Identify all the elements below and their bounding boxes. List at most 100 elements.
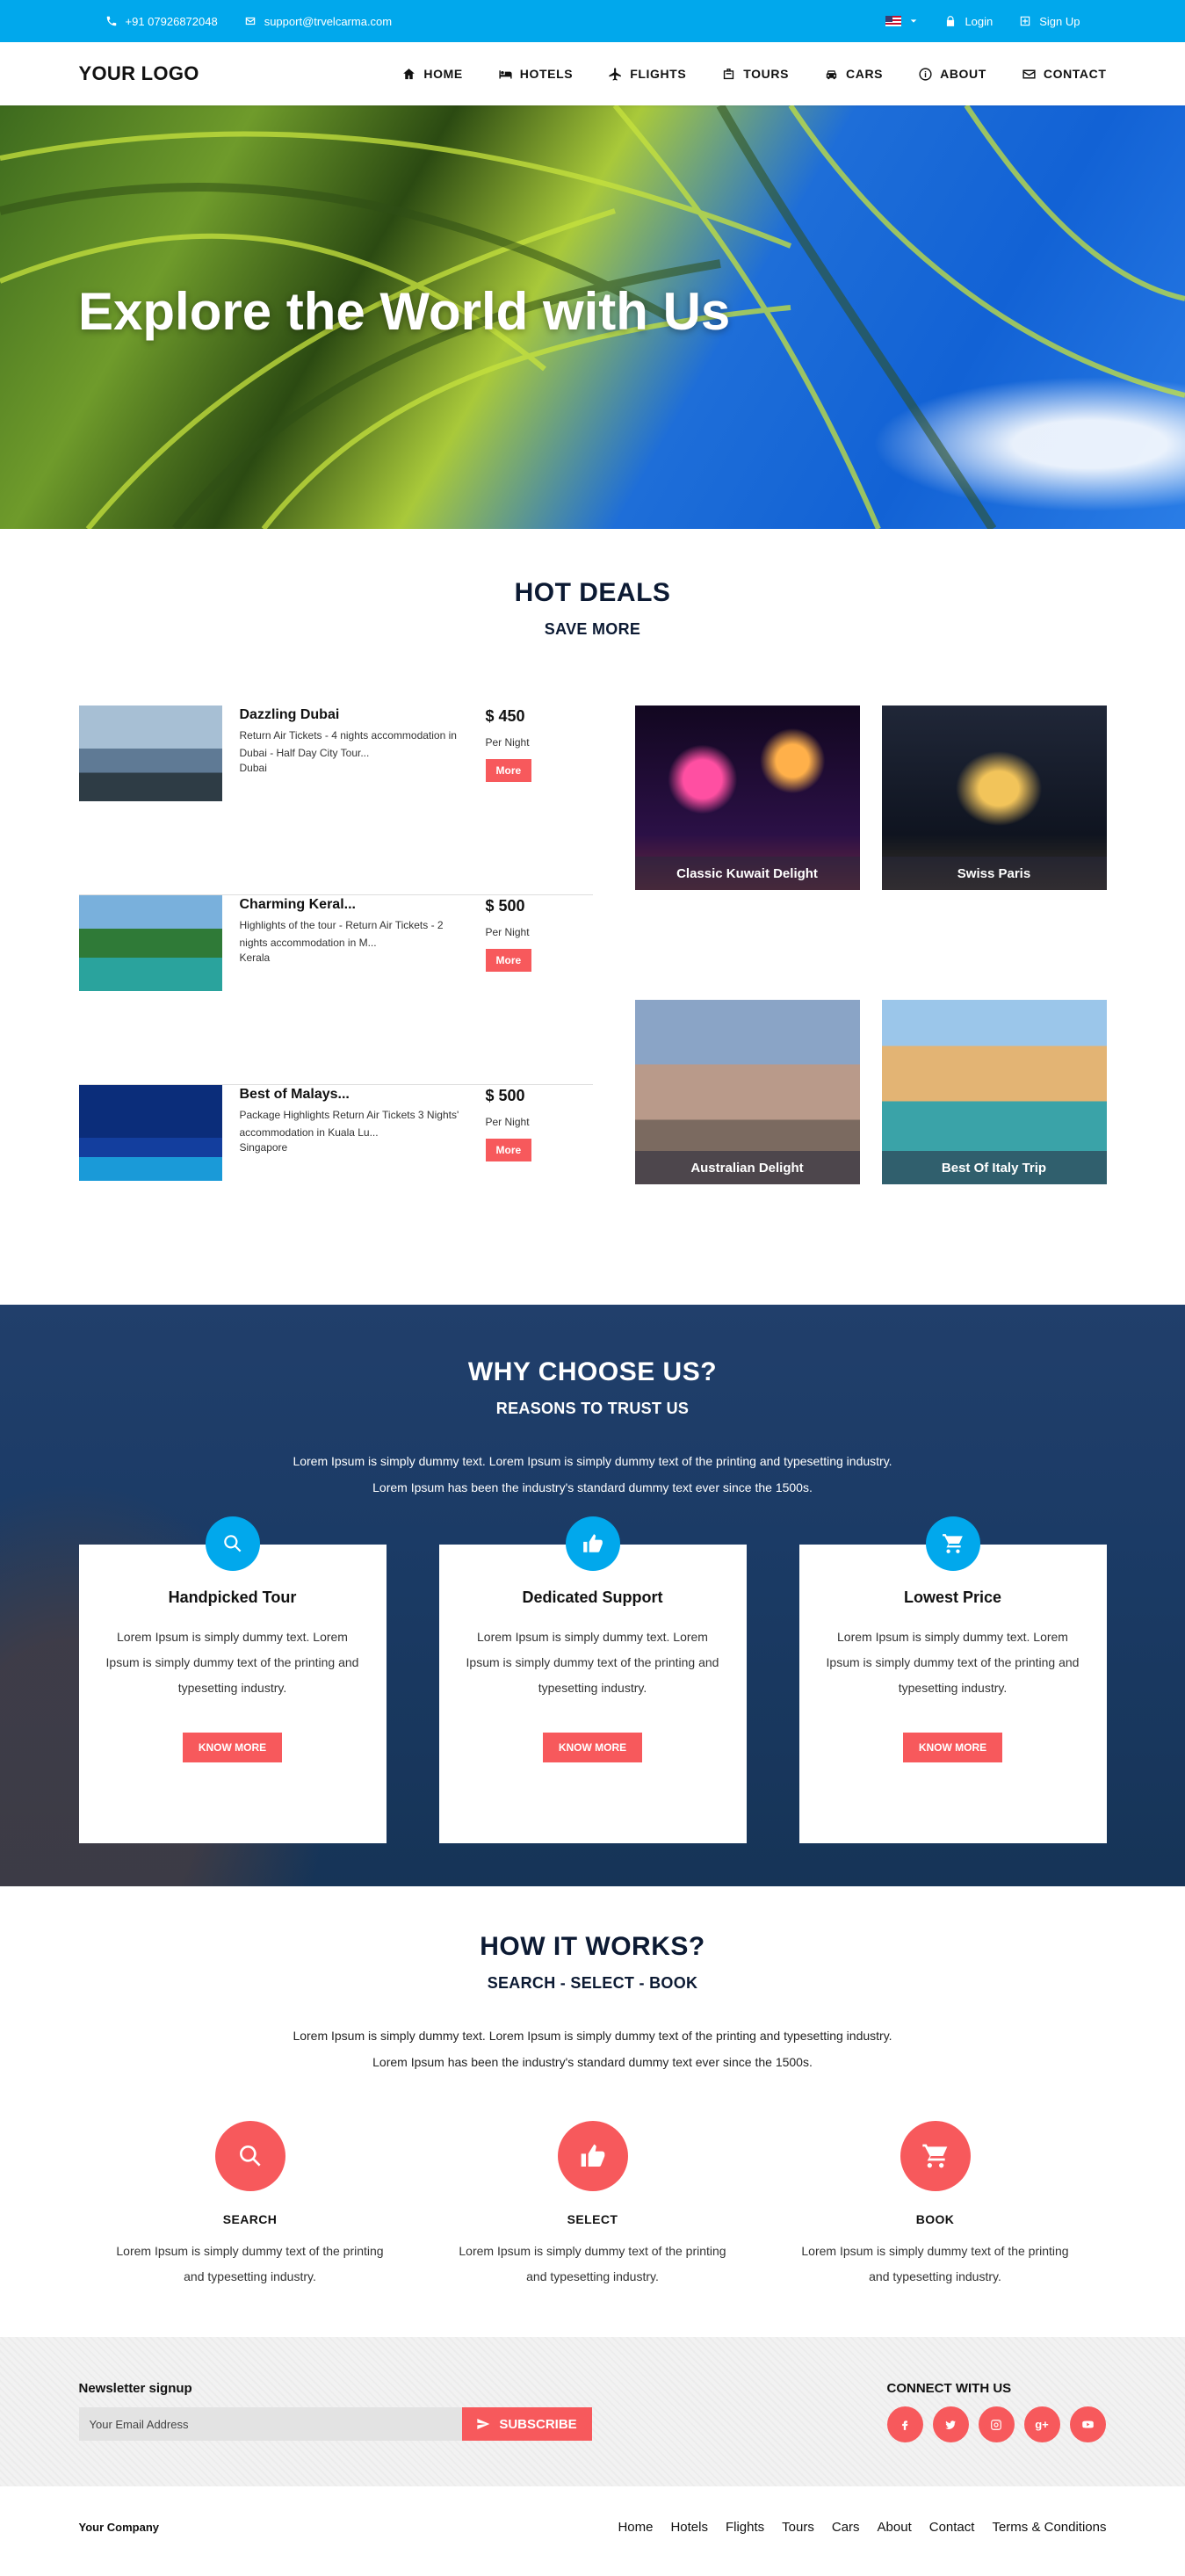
newsletter-title: Newsletter signup (78, 2381, 192, 2396)
why-choose-us-section: WHY CHOOSE US? REASONS TO TRUST US Lorem… (0, 1305, 1185, 1886)
deal-more-button[interactable]: More (485, 759, 532, 782)
footer-link-cars[interactable]: Cars (832, 2520, 860, 2535)
send-icon (477, 2419, 490, 2429)
subscribe-button[interactable]: SUBSCRIBE (461, 2407, 592, 2441)
bed-icon (499, 69, 512, 78)
footer-link-about[interactable]: About (878, 2520, 912, 2535)
thumbs-up-icon (557, 2121, 628, 2191)
feature-card-support: Dedicated Support Lorem Ipsum is simply … (438, 1516, 747, 1843)
step-title: SELECT (567, 2212, 618, 2226)
why-title: WHY CHOOSE US? (467, 1357, 718, 1386)
thumbs-up-icon (565, 1516, 620, 1571)
how-it-works-section: HOW IT WORKS? SEARCH - SELECT - BOOK Lor… (0, 1886, 1185, 2337)
deal-price: $ 450 (485, 707, 525, 725)
know-more-button[interactable]: KNOW MORE (542, 1733, 643, 1762)
footer-link-home[interactable]: Home (618, 2520, 653, 2535)
why-subtitle: REASONS TO TRUST US (495, 1400, 690, 1417)
tile-caption: Best Of Italy Trip (881, 1151, 1107, 1184)
deal-list: Dazzling Dubai Return Air Tickets - 4 ni… (78, 706, 593, 1275)
newsletter-section: Newsletter signup SUBSCRIBE CONNECT WITH… (0, 2337, 1185, 2486)
deal-item[interactable]: Dazzling Dubai Return Air Tickets - 4 ni… (78, 706, 593, 895)
card-text: Lorem Ipsum is simply dummy text. Lorem … (826, 1630, 1080, 1695)
card-title: Dedicated Support (522, 1588, 663, 1606)
destination-tile-australia[interactable]: Australian Delight (634, 1000, 860, 1184)
suitcase-icon (724, 68, 734, 79)
card-title: Lowest Price (903, 1588, 1002, 1606)
footer-link-flights[interactable]: Flights (726, 2520, 764, 2535)
footer-link-hotels[interactable]: Hotels (670, 2520, 708, 2535)
newsletter-signup: Newsletter signup SUBSCRIBE (78, 2381, 592, 2442)
destination-tile-kuwait[interactable]: Classic Kuwait Delight (634, 706, 860, 890)
why-intro-line: Lorem Ipsum is simply dummy text. Lorem … (293, 1454, 892, 1468)
deal-more-button[interactable]: More (485, 1139, 532, 1161)
nav-home[interactable]: HOME (401, 67, 462, 82)
deal-title[interactable]: Best of Malays... (240, 1087, 473, 1103)
destination-tile-italy[interactable]: Best Of Italy Trip (881, 1000, 1107, 1184)
footer-link-terms[interactable]: Terms & Conditions (992, 2520, 1106, 2535)
connect-title: CONNECT WITH US (886, 2381, 1012, 2396)
phone-contact[interactable]: +91 07926872048 (105, 15, 218, 28)
deal-title[interactable]: Dazzling Dubai (240, 707, 473, 723)
why-intro: Lorem Ipsum is simply dummy text. Lorem … (79, 1448, 1107, 1501)
search-icon (205, 1516, 260, 1571)
footer-link-tours[interactable]: Tours (782, 2520, 814, 2535)
nav-tours[interactable]: TOURS (721, 67, 789, 82)
email-address: support@trvelcarma.com (264, 14, 393, 28)
nav-about[interactable]: ABOUT (918, 67, 986, 82)
deal-description: Return Air Tickets - 4 nights accommodat… (239, 729, 457, 759)
main-navbar: YOUR LOGO HOME HOTELS FLIGHTS TOURS CARS… (0, 42, 1185, 105)
instagram-icon[interactable] (978, 2406, 1015, 2442)
why-intro-line: Lorem Ipsum has been the industry's stan… (372, 1480, 813, 1494)
lock-icon (947, 16, 955, 26)
nav-cars[interactable]: CARS (824, 67, 883, 82)
deal-price-unit: Per Night (485, 736, 530, 749)
deal-price: $ 500 (485, 897, 525, 915)
deal-price-unit: Per Night (485, 926, 530, 938)
deal-title[interactable]: Charming Keral... (240, 897, 473, 913)
step-book: BOOK Lorem Ipsum is simply dummy text of… (791, 2121, 1080, 2290)
subscribe-label: SUBSCRIBE (499, 2416, 577, 2432)
deal-price: $ 500 (485, 1087, 525, 1104)
deal-item[interactable]: Charming Keral... Highlights of the tour… (78, 895, 593, 1085)
site-footer: Your Company Home Hotels Flights Tours C… (0, 2486, 1185, 2567)
site-logo[interactable]: YOUR LOGO (79, 62, 199, 85)
step-text: Lorem Ipsum is simply dummy text of the … (459, 2244, 726, 2283)
know-more-button[interactable]: KNOW MORE (902, 1733, 1003, 1762)
facebook-icon[interactable] (886, 2406, 923, 2442)
deal-description: Highlights of the tour - Return Air Tick… (239, 919, 444, 949)
envelope-icon (1022, 69, 1036, 78)
nav-flights[interactable]: FLIGHTS (608, 67, 686, 82)
search-icon (214, 2121, 285, 2191)
card-text: Lorem Ipsum is simply dummy text. Lorem … (466, 1630, 719, 1695)
email-contact[interactable]: support@trvelcarma.com (244, 15, 392, 28)
login-link[interactable]: Login (944, 15, 993, 28)
nav-hotels[interactable]: HOTELS (498, 67, 573, 82)
newsletter-email-input[interactable] (78, 2407, 462, 2441)
deal-image[interactable] (78, 706, 222, 801)
google-plus-icon[interactable]: g+ (1023, 2406, 1060, 2442)
know-more-button[interactable]: KNOW MORE (182, 1733, 283, 1762)
nav-contact[interactable]: CONTACT (1022, 67, 1107, 82)
deal-more-button[interactable]: More (485, 949, 532, 972)
deal-image[interactable] (78, 1085, 222, 1181)
how-intro: Lorem Ipsum is simply dummy text. Lorem … (79, 2022, 1107, 2075)
deal-image[interactable] (78, 895, 222, 991)
step-select: SELECT Lorem Ipsum is simply dummy text … (448, 2121, 738, 2290)
deal-price-unit: Per Night (485, 1116, 530, 1128)
signup-link[interactable]: Sign Up (1019, 15, 1080, 28)
deal-item[interactable]: Best of Malays... Package Highlights Ret… (78, 1085, 593, 1275)
cart-icon (925, 1516, 980, 1571)
signup-label: Sign Up (1039, 14, 1080, 28)
step-text: Lorem Ipsum is simply dummy text of the … (116, 2244, 384, 2283)
footer-links: Home Hotels Flights Tours Cars About Con… (618, 2520, 1106, 2535)
login-label: Login (965, 14, 994, 28)
twitter-icon[interactable] (932, 2406, 969, 2442)
language-selector[interactable] (885, 16, 918, 26)
youtube-icon[interactable] (1069, 2406, 1106, 2442)
footer-link-contact[interactable]: Contact (929, 2520, 975, 2535)
destination-tile-paris[interactable]: Swiss Paris (881, 706, 1107, 890)
envelope-icon (245, 17, 255, 25)
how-intro-line: Lorem Ipsum has been the industry's stan… (372, 2055, 813, 2069)
how-subtitle: SEARCH - SELECT - BOOK (487, 1974, 698, 1992)
main-menu: HOME HOTELS FLIGHTS TOURS CARS ABOUT CON… (401, 67, 1106, 82)
